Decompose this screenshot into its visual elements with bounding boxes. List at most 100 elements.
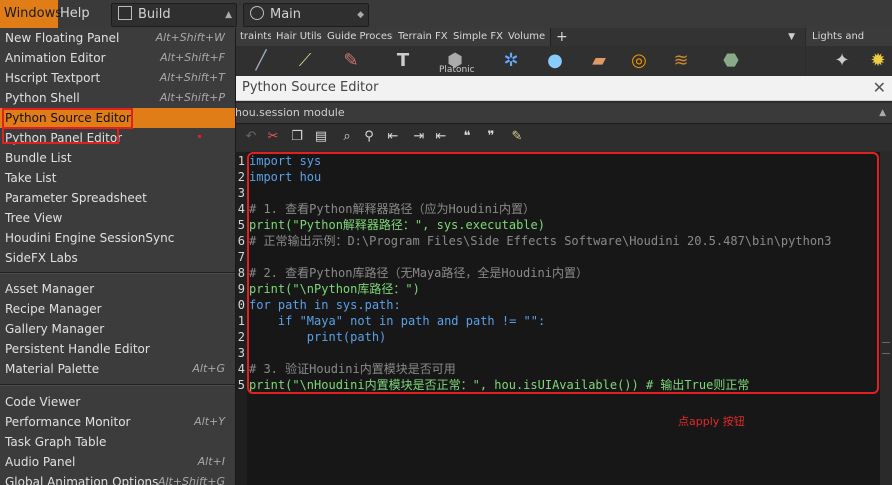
line-number: 4: [237, 362, 245, 376]
line-number: 4: [237, 202, 245, 216]
menu-item-new-floating-panel[interactable]: New Floating Panel Alt+Shift+W: [0, 28, 235, 48]
spiral-tool-icon[interactable]: ◎: [627, 49, 651, 73]
add-shelf-button[interactable]: +: [551, 28, 573, 46]
module-selector[interactable]: hou.session module ▲: [235, 103, 892, 124]
line-number: 8: [237, 266, 245, 280]
line-number: 2: [237, 330, 245, 344]
line-number: 3: [237, 346, 245, 360]
code-editor[interactable]: 1 2 3 4 5 6 7 8 9 0 1 2 3 4 5 import sys…: [235, 152, 880, 485]
desktop-dropdown[interactable]: Build ▲: [111, 3, 237, 27]
unindent-icon[interactable]: ⇤: [433, 129, 449, 145]
shelf-tab-lights-and-cameras[interactable]: Lights and Cameras: [806, 28, 892, 60]
curve-tool-icon[interactable]: ╱: [249, 49, 273, 73]
helix-tool-icon[interactable]: ≋: [669, 49, 693, 73]
line-number: 9: [237, 282, 245, 296]
help-menu[interactable]: Help: [56, 0, 94, 28]
cut-icon[interactable]: ✂: [265, 129, 281, 145]
menu-item-code-viewer[interactable]: Code Viewer: [0, 392, 235, 412]
shelf-tab[interactable]: Hair Utils: [271, 28, 328, 46]
red-marker: [198, 135, 201, 138]
menu-item-python-shell[interactable]: Python Shell Alt+Shift+P: [0, 88, 235, 108]
menu-item-parameter-spreadsheet[interactable]: Parameter Spreadsheet: [0, 188, 235, 208]
uncomment-icon[interactable]: ❞: [483, 129, 499, 145]
goto-line-icon[interactable]: ⇤: [385, 129, 401, 145]
menu-item-bundle-list[interactable]: Bundle List: [0, 148, 235, 168]
draw-curve-icon[interactable]: ⟋: [293, 49, 317, 73]
l-system-icon[interactable]: ✲: [499, 49, 523, 73]
brush-tool-icon[interactable]: ✎: [339, 49, 363, 73]
paste-icon[interactable]: ▤: [313, 129, 329, 145]
line-number: 1: [237, 154, 245, 168]
module-label: hou.session module: [235, 106, 345, 119]
shelf-tools-lights: ✦ ✹: [806, 46, 892, 78]
scroll-grip-icon[interactable]: [882, 342, 890, 354]
camera-icon[interactable]: ✦: [830, 49, 854, 73]
shelf-tab[interactable]: Terrain FX: [393, 28, 454, 46]
menu-item-global-animation-options[interactable]: Global Animation Options Alt+Shift+G: [0, 472, 235, 485]
shelf-tab[interactable]: Volume: [503, 28, 552, 46]
find-icon[interactable]: ⌕: [339, 129, 355, 145]
platonic-tool-label: Platonic: [439, 65, 475, 75]
line-number: 7: [237, 250, 245, 264]
comment-icon[interactable]: ❝: [459, 129, 475, 145]
windows-dropdown-menu: New Floating Panel Alt+Shift+W Animation …: [0, 28, 236, 485]
menu-item-take-list[interactable]: Take List: [0, 168, 235, 188]
indent-icon[interactable]: ⇥: [411, 129, 427, 145]
windows-menu[interactable]: Windows: [0, 0, 62, 28]
vertical-scrollbar[interactable]: [880, 152, 892, 485]
line-number: 5: [237, 378, 245, 392]
chevron-down-icon: ▲: [879, 108, 886, 118]
line-number: 5: [237, 218, 245, 232]
menu-item-tree-view[interactable]: Tree View: [0, 208, 235, 228]
shelf-tools: ╱ ⟋ ✎ T ⬢ Platonic ✲ ● ▰ ◎ ≋ ⬣: [235, 46, 805, 78]
file-tool-icon[interactable]: ▰: [587, 49, 611, 73]
crosshair-icon: [250, 6, 264, 20]
menu-item-task-graph-table[interactable]: Task Graph Table: [0, 432, 235, 452]
menu-item-material-palette[interactable]: Material Palette Alt+G: [0, 359, 235, 379]
replace-icon[interactable]: ⚲: [361, 129, 377, 145]
main-menubar: Windows Help Build ▲ Main ◆: [0, 0, 892, 29]
pane-dropdown-label: Main: [270, 7, 302, 22]
apply-hint-annotation: 点apply 按钮: [678, 415, 745, 428]
menu-item-houdini-engine-sessionsync[interactable]: Houdini Engine SessionSync: [0, 228, 235, 248]
menu-separator: [0, 384, 235, 386]
line-number: 0: [237, 298, 245, 312]
shelf-tab[interactable]: Guide Process: [322, 28, 404, 46]
menu-item-animation-editor[interactable]: Animation Editor Alt+Shift+F: [0, 48, 235, 68]
updown-arrow-icon: ▲: [225, 10, 232, 20]
menu-item-audio-panel[interactable]: Audio Panel Alt+I: [0, 452, 235, 472]
line-number: 3: [237, 186, 245, 200]
editor-toolbar: ↶ ✂ ❐ ▤ ⌕ ⚲ ⇤ ⇥ ⇤ ❝ ❞ ✎: [235, 125, 892, 151]
python-source-editor-titlebar: Python Source Editor ✕: [235, 76, 892, 101]
menu-item-sidefx-labs[interactable]: SideFX Labs: [0, 248, 235, 268]
desktop-icon: [118, 6, 132, 20]
shelf-menu-arrow-icon[interactable]: ▼: [788, 28, 795, 46]
line-number: 1: [237, 314, 245, 328]
menu-item-asset-manager[interactable]: Asset Manager: [0, 279, 235, 299]
line-number: 2: [237, 170, 245, 184]
python-source-editor-highlight-box: [2, 108, 133, 129]
code-highlight-box: [247, 152, 879, 394]
undo-icon[interactable]: ↶: [243, 129, 259, 145]
copy-icon[interactable]: ❐: [289, 129, 305, 145]
light-icon[interactable]: ✹: [866, 49, 890, 73]
desktop-label: Build: [138, 7, 171, 22]
python-panel-editor-highlight-box: [2, 127, 119, 144]
pane-dropdown[interactable]: Main ◆: [243, 3, 369, 27]
shelf-tab[interactable]: Simple FX: [448, 28, 509, 46]
menu-item-gallery-manager[interactable]: Gallery Manager: [0, 319, 235, 339]
menu-item-persistent-handle-editor[interactable]: Persistent Handle Editor: [0, 339, 235, 359]
edit-icon[interactable]: ✎: [509, 129, 525, 145]
updown-arrow-icon: ◆: [357, 10, 364, 20]
text-tool-icon[interactable]: T: [391, 49, 415, 73]
metaball-icon[interactable]: ●: [543, 49, 567, 73]
line-number: 6: [237, 234, 245, 248]
menu-item-performance-monitor[interactable]: Performance Monitor Alt+Y: [0, 412, 235, 432]
shelf-tab-bar: traints Hair Utils Guide Process Terrain…: [235, 28, 805, 47]
close-icon[interactable]: ✕: [873, 76, 886, 100]
menu-separator: [0, 272, 235, 274]
platonic-cube-icon[interactable]: ⬣: [719, 49, 743, 73]
menu-item-hscript-textport[interactable]: Hscript Textport Alt+Shift+T: [0, 68, 235, 88]
pane-title: Python Source Editor: [242, 80, 379, 95]
menu-item-recipe-manager[interactable]: Recipe Manager: [0, 299, 235, 319]
